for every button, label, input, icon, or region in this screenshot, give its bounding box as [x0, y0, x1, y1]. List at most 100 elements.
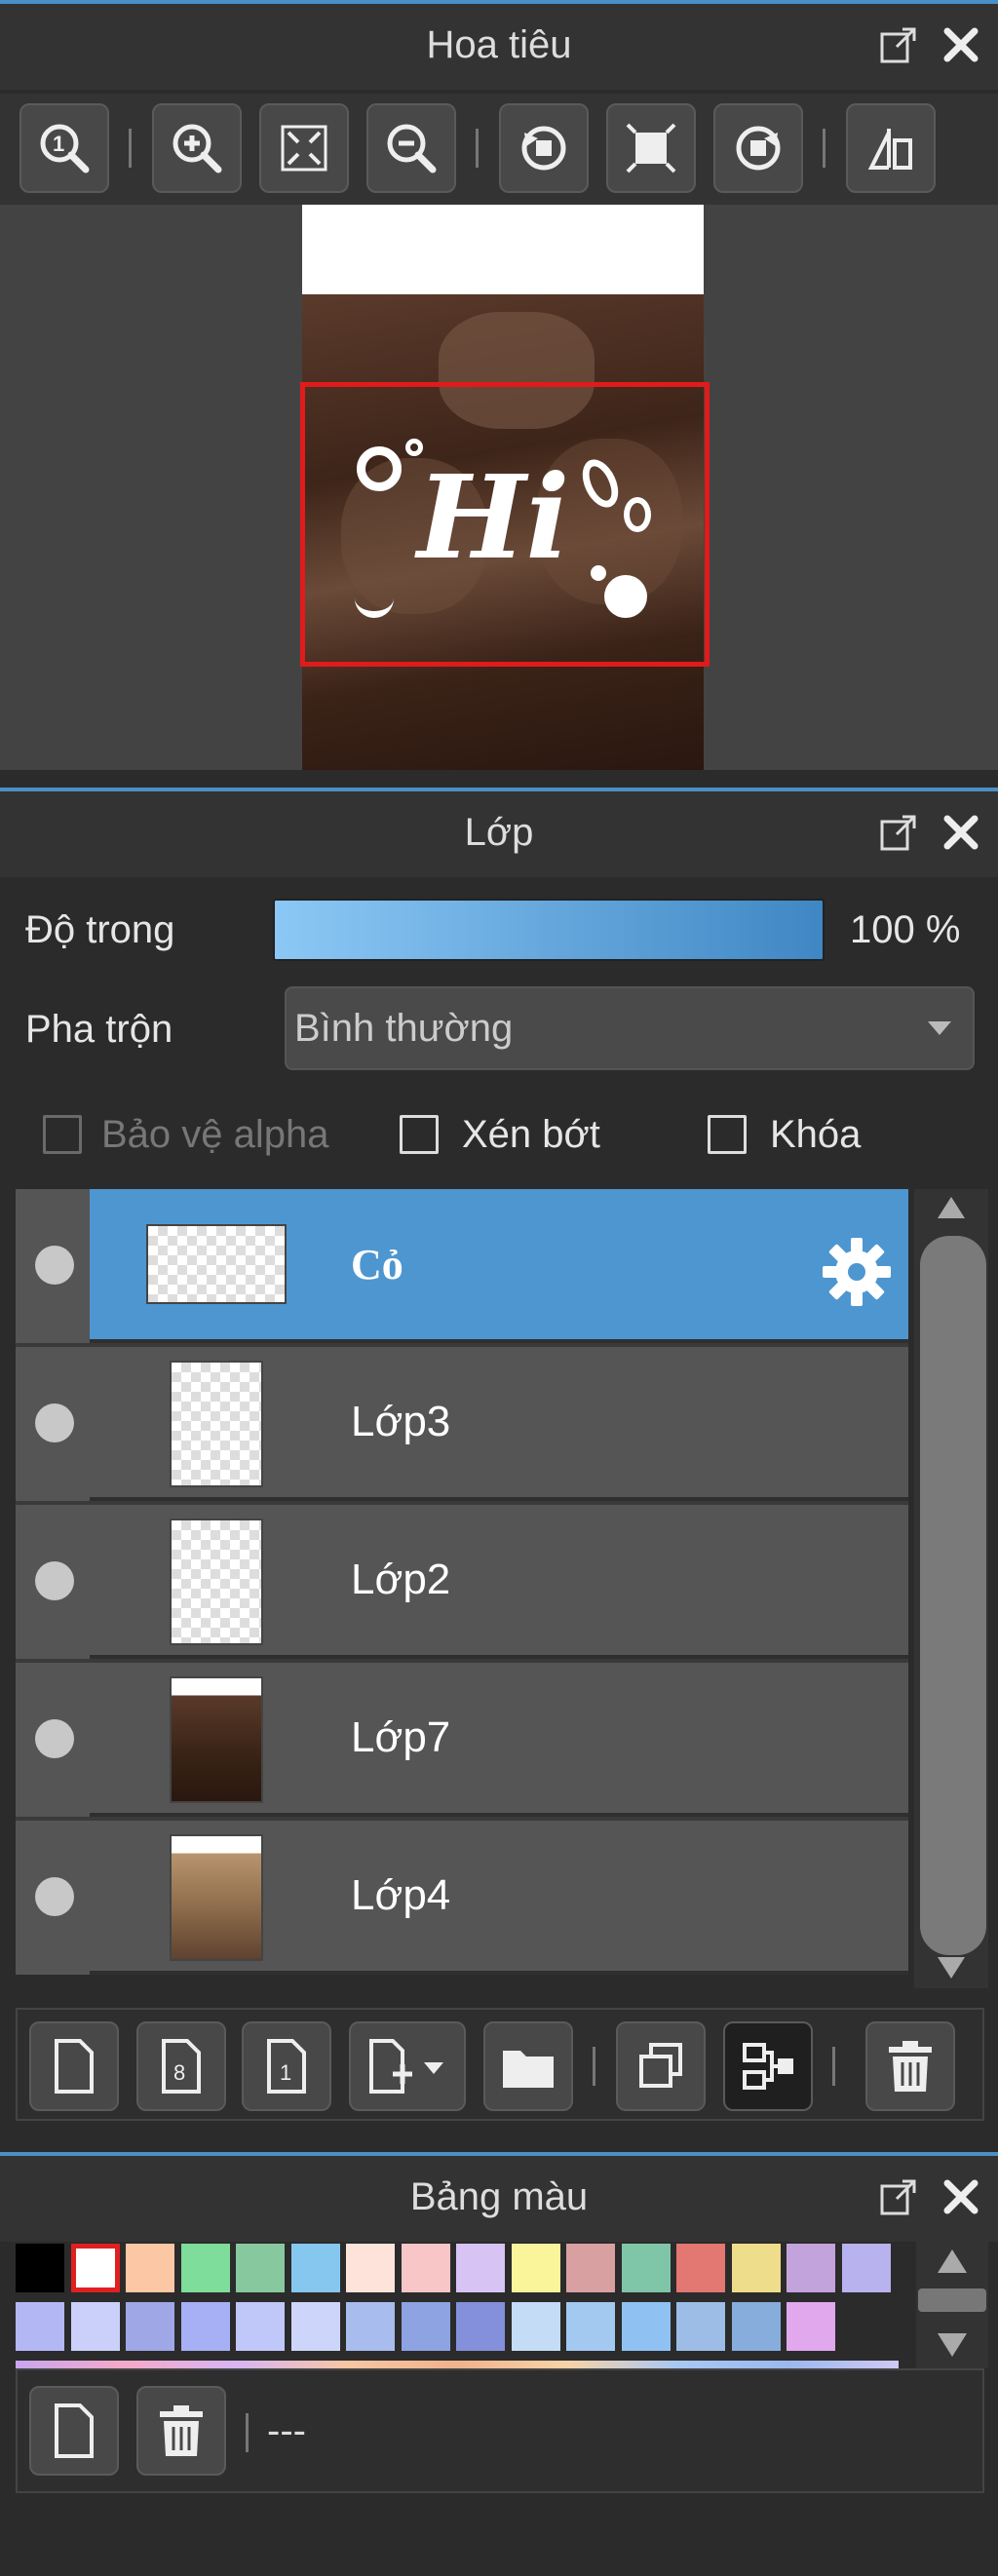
color-swatch[interactable]: [787, 2244, 835, 2292]
layer-row-lop7[interactable]: Lớp7: [16, 1663, 908, 1817]
clip-checkbox[interactable]: [400, 1115, 439, 1154]
float-panel-icon[interactable]: [877, 811, 920, 854]
float-panel-icon[interactable]: [877, 23, 920, 66]
float-panel-icon[interactable]: [877, 2175, 920, 2218]
layer-actions-bar: 8 1: [16, 2008, 984, 2121]
visibility-toggle[interactable]: [35, 1246, 74, 1285]
blend-mode-select[interactable]: Bình thường: [285, 986, 975, 1070]
new-layer-button[interactable]: [29, 2021, 119, 2111]
palette-name: ---: [267, 2409, 306, 2452]
scroll-down-icon[interactable]: [936, 1953, 967, 1982]
visibility-toggle[interactable]: [35, 1719, 74, 1758]
viewport-indicator[interactable]: [300, 382, 710, 667]
color-swatch[interactable]: [126, 2244, 174, 2292]
color-swatch[interactable]: [731, 2302, 781, 2351]
color-swatch[interactable]: [126, 2302, 174, 2351]
layer-list: Cỏ Lớp3 Lớp2 Lớp7 Lớp4: [16, 1189, 908, 1975]
color-swatch[interactable]: [180, 2244, 230, 2292]
layer-thumbnail: [170, 1834, 263, 1961]
duplicate-layer-button[interactable]: [616, 2021, 706, 2111]
color-swatch[interactable]: [16, 2302, 64, 2351]
color-swatch[interactable]: [511, 2302, 560, 2351]
color-swatch[interactable]: [511, 2244, 560, 2292]
layer-thumbnail: [170, 1676, 263, 1803]
flip-horizontal-icon: [867, 129, 912, 170]
color-swatch[interactable]: [841, 2244, 891, 2292]
rotate-left-button[interactable]: [499, 103, 589, 193]
color-swatch[interactable]: [16, 2244, 64, 2292]
fit-canvas-button[interactable]: [606, 103, 696, 193]
new-layer-1bit-button[interactable]: 1: [242, 2021, 331, 2111]
new-palette-button[interactable]: [29, 2386, 119, 2476]
color-swatch[interactable]: [70, 2302, 120, 2351]
color-swatch[interactable]: [456, 2302, 505, 2351]
color-swatch[interactable]: [70, 2244, 120, 2292]
color-swatch[interactable]: [401, 2302, 450, 2351]
color-swatch[interactable]: [236, 2244, 285, 2292]
layer-row-co[interactable]: Cỏ: [16, 1189, 908, 1343]
fit-screen-button[interactable]: [259, 103, 349, 193]
layer-scroll-thumb[interactable]: [920, 1236, 986, 1955]
zoom-out-button[interactable]: [366, 103, 456, 193]
color-swatch[interactable]: [566, 2302, 615, 2351]
color-swatch[interactable]: [676, 2302, 725, 2351]
palette-scrollbar[interactable]: [916, 2242, 988, 2368]
color-swatch[interactable]: [456, 2244, 505, 2292]
close-icon[interactable]: [940, 23, 982, 66]
color-swatch[interactable]: [346, 2302, 395, 2351]
visibility-toggle[interactable]: [35, 1561, 74, 1600]
rotate-right-button[interactable]: [713, 103, 803, 193]
color-swatch[interactable]: [621, 2244, 671, 2292]
layer-row-lop2[interactable]: Lớp2: [16, 1505, 908, 1659]
delete-layer-button[interactable]: [865, 2021, 955, 2111]
color-swatch[interactable]: [621, 2302, 671, 2351]
zoom-actual-button[interactable]: 1: [19, 103, 109, 193]
blend-label: Pha trộn: [25, 1008, 173, 1051]
svg-text:1: 1: [280, 2060, 291, 2085]
color-swatch[interactable]: [566, 2244, 615, 2292]
color-swatch[interactable]: [290, 2302, 340, 2351]
new-layer-icon: [55, 2039, 94, 2094]
navigator-title: Hoa tiêu: [426, 23, 572, 66]
color-swatch[interactable]: [787, 2302, 835, 2351]
opacity-slider[interactable]: [273, 899, 825, 961]
color-swatch[interactable]: [401, 2244, 450, 2292]
delete-palette-button[interactable]: [136, 2386, 226, 2476]
merge-layer-button[interactable]: [723, 2021, 813, 2111]
color-swatch[interactable]: [236, 2302, 285, 2351]
navigator-toolbar: 1: [0, 94, 998, 205]
fit-canvas-icon: [626, 123, 676, 173]
scroll-up-icon[interactable]: [936, 1193, 967, 1222]
protect-alpha-checkbox[interactable]: [43, 1115, 82, 1154]
visibility-toggle[interactable]: [35, 1877, 74, 1916]
close-icon[interactable]: [940, 811, 982, 854]
palette-scroll-thumb[interactable]: [918, 2288, 986, 2312]
flip-horizontal-button[interactable]: [846, 103, 936, 193]
layer-row-lop3[interactable]: Lớp3: [16, 1347, 908, 1501]
gear-icon[interactable]: [821, 1236, 893, 1313]
chevron-down-icon: [928, 1021, 951, 1035]
zoom-in-button[interactable]: [152, 103, 242, 193]
color-swatch[interactable]: [290, 2244, 340, 2292]
color-swatch[interactable]: [676, 2244, 725, 2292]
clip-label: Xén bớt: [462, 1113, 600, 1156]
layer-name: Lớp2: [351, 1556, 451, 1603]
navigator-preview[interactable]: Hi: [0, 205, 998, 770]
palette-panel-header: Bảng màu: [0, 2152, 998, 2242]
blend-mode-value: Bình thường: [294, 1007, 514, 1050]
close-icon[interactable]: [940, 2175, 982, 2218]
visibility-toggle[interactable]: [35, 1403, 74, 1442]
layer-thumbnail: [170, 1361, 263, 1487]
color-swatch[interactable]: [346, 2244, 395, 2292]
layer-row-lop4[interactable]: Lớp4: [16, 1821, 908, 1975]
add-layer-menu-button[interactable]: [349, 2021, 466, 2111]
color-swatch[interactable]: [731, 2244, 781, 2292]
new-layer-8bit-button[interactable]: 8: [136, 2021, 226, 2111]
color-swatch[interactable]: [180, 2302, 230, 2351]
scroll-up-icon[interactable]: [936, 2248, 969, 2275]
scroll-down-icon[interactable]: [936, 2331, 969, 2359]
lock-checkbox[interactable]: [708, 1115, 747, 1154]
new-folder-button[interactable]: [483, 2021, 573, 2111]
layer-thumbnail: [170, 1519, 263, 1645]
folder-icon: [503, 2051, 554, 2088]
